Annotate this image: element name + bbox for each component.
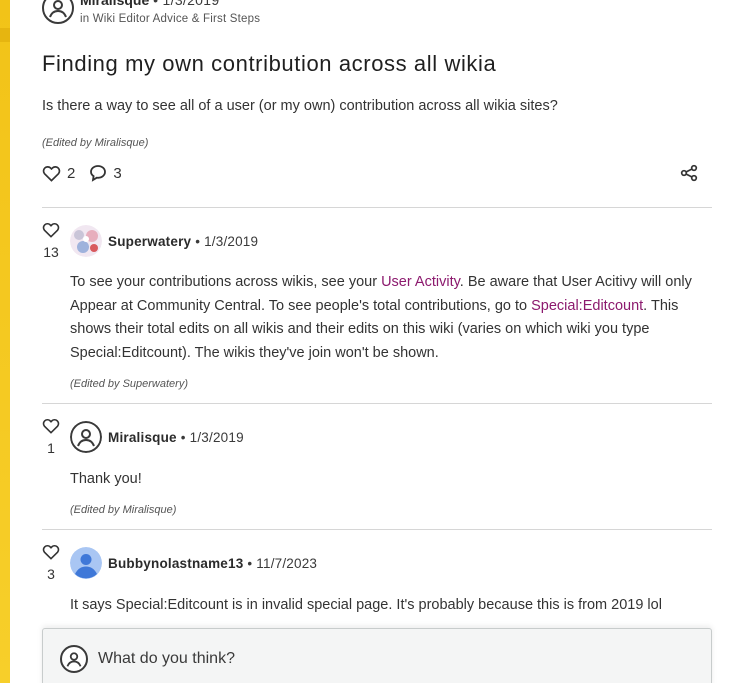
post-edited-note: (Edited by Miralisque) bbox=[42, 137, 149, 149]
reply-author[interactable]: Bubbynolastname13 bbox=[108, 556, 243, 571]
separator-dot: • bbox=[247, 556, 257, 571]
avatar[interactable] bbox=[70, 225, 102, 257]
user-activity-link[interactable]: User Activity bbox=[381, 274, 460, 290]
editcount-link[interactable]: Special:Editcount bbox=[531, 298, 643, 314]
heart-icon bbox=[42, 222, 60, 238]
post-reply-count: 3 bbox=[113, 164, 122, 182]
share-icon bbox=[680, 164, 698, 182]
divider bbox=[42, 403, 712, 404]
post-title[interactable]: Finding my own contribution across all w… bbox=[42, 51, 496, 77]
post-like-button[interactable]: 2 bbox=[42, 165, 75, 182]
reply-author-line: Superwatery • 1/3/2019 bbox=[108, 234, 258, 249]
post-like-count: 2 bbox=[67, 164, 76, 182]
post-body: Is there a way to see all of a user (or … bbox=[42, 98, 558, 114]
reply-author-line: Miralisque • 1/3/2019 bbox=[108, 430, 244, 445]
reply-like-count: 3 bbox=[47, 566, 55, 582]
avatar-icon[interactable] bbox=[70, 421, 102, 453]
separator-dot: • bbox=[153, 0, 163, 8]
heart-icon bbox=[42, 544, 60, 560]
reply-text: To see your contributions across wikis, … bbox=[70, 274, 382, 290]
divider bbox=[42, 529, 712, 530]
reply-date: 1/3/2019 bbox=[189, 430, 244, 445]
reply-edited-note: (Edited by Miralisque) bbox=[70, 504, 177, 516]
reply-body: To see your contributions across wikis, … bbox=[70, 271, 710, 366]
avatar[interactable] bbox=[70, 547, 102, 579]
avatar-icon bbox=[60, 645, 88, 673]
reply-author[interactable]: Superwatery bbox=[108, 234, 191, 249]
reply-compose-box[interactable]: What do you think? bbox=[42, 628, 712, 683]
heart-icon bbox=[42, 165, 61, 182]
reply-like-count: 1 bbox=[47, 440, 55, 456]
reply-like-button[interactable]: 3 bbox=[42, 544, 60, 582]
share-button[interactable] bbox=[680, 164, 698, 182]
reply-like-button[interactable]: 1 bbox=[42, 418, 60, 456]
reply-like-count: 13 bbox=[43, 244, 59, 260]
reply-date: 11/7/2023 bbox=[256, 556, 318, 571]
reply-body: It says Special:Editcount is in invalid … bbox=[70, 597, 662, 613]
post-date: 1/3/2019 bbox=[162, 0, 220, 8]
heart-icon bbox=[42, 418, 60, 434]
divider bbox=[42, 207, 712, 208]
accent-rail-notch bbox=[0, 28, 10, 42]
separator-dot: • bbox=[180, 430, 190, 445]
reply-edited-note: (Edited by Superwatery) bbox=[70, 378, 188, 390]
post-author-line: Miralisque • 1/3/2019 bbox=[80, 0, 219, 8]
reply-like-button[interactable]: 13 bbox=[42, 222, 60, 260]
reply-date: 1/3/2019 bbox=[204, 234, 259, 249]
accent-rail bbox=[0, 0, 10, 683]
reply-body: Thank you! bbox=[70, 471, 142, 487]
post-author[interactable]: Miralisque bbox=[80, 0, 149, 8]
avatar-icon[interactable] bbox=[42, 0, 74, 24]
reply-author[interactable]: Miralisque bbox=[108, 430, 177, 445]
post-reply-count-button[interactable]: 3 bbox=[89, 164, 122, 182]
reply-input-placeholder[interactable]: What do you think? bbox=[98, 650, 235, 668]
post-forum[interactable]: in Wiki Editor Advice & First Steps bbox=[80, 13, 260, 25]
post-actions: 2 3 bbox=[42, 163, 712, 183]
speech-bubble-icon bbox=[90, 165, 107, 182]
separator-dot: • bbox=[195, 234, 205, 249]
reply-author-line: Bubbynolastname13 • 11/7/2023 bbox=[108, 556, 317, 571]
